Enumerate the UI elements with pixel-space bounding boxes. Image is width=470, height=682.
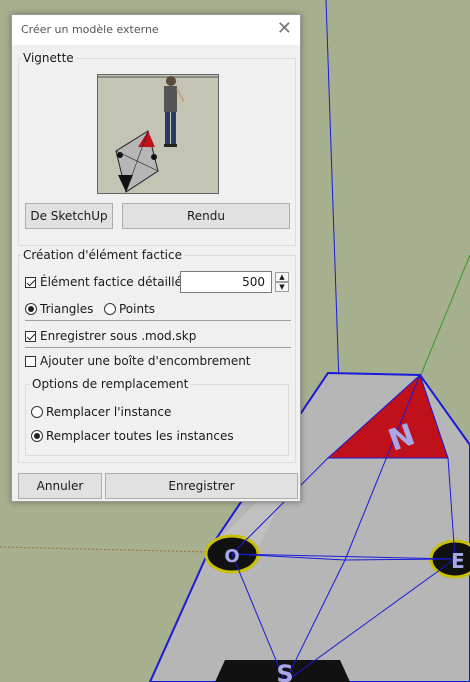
spin-up-button[interactable]: ▲ xyxy=(275,272,289,282)
replace-options-label: Options de remplacement xyxy=(30,377,191,391)
cancel-button[interactable]: Annuler xyxy=(18,473,102,499)
replace-instance-label: Remplacer l'instance xyxy=(46,405,172,419)
replace-instance-radio[interactable] xyxy=(31,406,43,418)
detailed-proxy-checkbox[interactable] xyxy=(25,277,36,288)
separator-2 xyxy=(25,347,291,348)
bounding-box-checkbox[interactable] xyxy=(25,356,36,367)
points-label: Points xyxy=(119,302,156,316)
points-radio[interactable] xyxy=(104,303,116,315)
save-as-mod-label: Enregistrer sous .mod.skp xyxy=(40,329,197,343)
triangles-radio[interactable] xyxy=(25,303,37,315)
from-sketchup-button[interactable]: De SketchUp xyxy=(25,203,113,229)
bounding-box-label: Ajouter une boîte d'encombrement xyxy=(40,354,251,368)
create-external-model-dialog: Créer un modèle externe ✕ Vignette De Sk… xyxy=(11,14,301,502)
save-button[interactable]: Enregistrer xyxy=(105,473,298,499)
dialog-titlebar: Créer un modèle externe ✕ xyxy=(12,15,300,45)
proxy-group-label: Création d'élément factice xyxy=(21,248,184,262)
model-letter-s: S xyxy=(276,660,293,682)
triangles-label: Triangles xyxy=(40,302,94,316)
render-button[interactable]: Rendu xyxy=(122,203,290,229)
spin-down-button[interactable]: ▼ xyxy=(275,282,289,292)
save-as-mod-checkbox[interactable] xyxy=(25,331,36,342)
model-letter-o: O xyxy=(224,546,239,567)
replace-all-label: Remplacer toutes les instances xyxy=(46,429,234,443)
replace-options-group xyxy=(25,384,289,456)
detailed-proxy-label: Élément factice détaillé xyxy=(40,275,182,289)
close-icon[interactable]: ✕ xyxy=(277,18,292,39)
separator-1 xyxy=(25,320,291,321)
vignette-group-label: Vignette xyxy=(21,51,76,65)
replace-all-radio[interactable] xyxy=(31,430,43,442)
thumbnail-preview xyxy=(97,74,219,194)
proxy-count-input[interactable]: 500 xyxy=(180,271,272,293)
dialog-title: Créer un modèle externe xyxy=(21,23,159,36)
model-letter-e: E xyxy=(451,549,465,573)
